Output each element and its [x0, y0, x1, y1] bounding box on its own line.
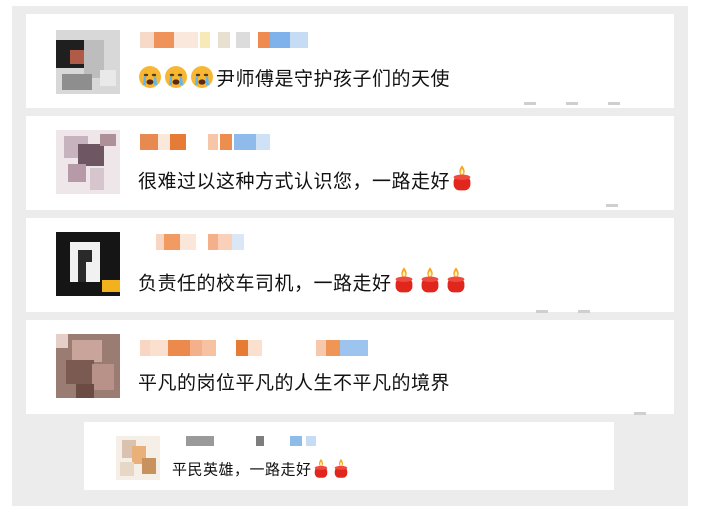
comments-panel: 尹师傅是守护孩子们的天使 很难过以这种方式认识您，一路走好 负责任的校车司机，一… — [12, 6, 688, 506]
candle-icon — [392, 266, 416, 299]
comment-text: 平凡的岗位平凡的人生不平凡的境界 — [138, 372, 451, 394]
reply-icon[interactable] — [536, 310, 548, 313]
share-icon[interactable] — [566, 102, 578, 105]
comment-actions — [634, 412, 646, 418]
crying-face-icon — [138, 65, 162, 94]
comment-text: 负责任的校车司机，一路走好 — [138, 266, 470, 299]
crying-face-icon — [164, 65, 188, 94]
username-blurred[interactable] — [140, 134, 280, 150]
avatar[interactable] — [56, 232, 120, 296]
like-icon[interactable] — [608, 102, 620, 105]
candle-icon — [450, 164, 474, 197]
avatar[interactable] — [56, 130, 120, 194]
reply-icon[interactable] — [524, 102, 536, 105]
candle-icon — [332, 458, 350, 483]
crying-face-icon — [190, 65, 214, 94]
comment-actions — [536, 310, 590, 316]
comment-text: 平民英雄，一路走好 — [172, 458, 352, 483]
comment-actions — [606, 204, 618, 210]
more-icon[interactable] — [634, 412, 646, 415]
username-blurred[interactable] — [156, 234, 256, 250]
username-blurred[interactable] — [140, 32, 310, 48]
more-icon[interactable] — [606, 204, 618, 207]
candle-icon — [312, 458, 330, 483]
candle-icon — [312, 458, 352, 479]
comment-card: 负责任的校车司机，一路走好 — [26, 218, 674, 313]
comment-card: 很难过以这种方式认识您，一路走好 — [26, 116, 674, 210]
avatar[interactable] — [56, 334, 120, 398]
comment-card: 平凡的岗位平凡的人生不平凡的境界 — [26, 320, 674, 415]
candle-icon — [392, 267, 470, 295]
avatar[interactable] — [116, 436, 160, 480]
candle-icon — [418, 266, 442, 299]
candle-icon — [450, 165, 476, 193]
comment-card: 平民英雄，一路走好 — [84, 422, 614, 490]
like-icon[interactable] — [578, 310, 590, 313]
comment-text: 尹师傅是守护孩子们的天使 — [138, 64, 450, 94]
avatar[interactable] — [56, 30, 120, 94]
candle-icon — [444, 266, 468, 299]
comment-actions — [524, 102, 620, 108]
comment-text: 很难过以这种方式认识您，一路走好 — [138, 164, 476, 197]
crying-face-icon — [138, 66, 216, 90]
username-blurred[interactable] — [186, 436, 326, 446]
comment-card: 尹师傅是守护孩子们的天使 — [26, 14, 674, 108]
username-blurred[interactable] — [140, 340, 370, 356]
